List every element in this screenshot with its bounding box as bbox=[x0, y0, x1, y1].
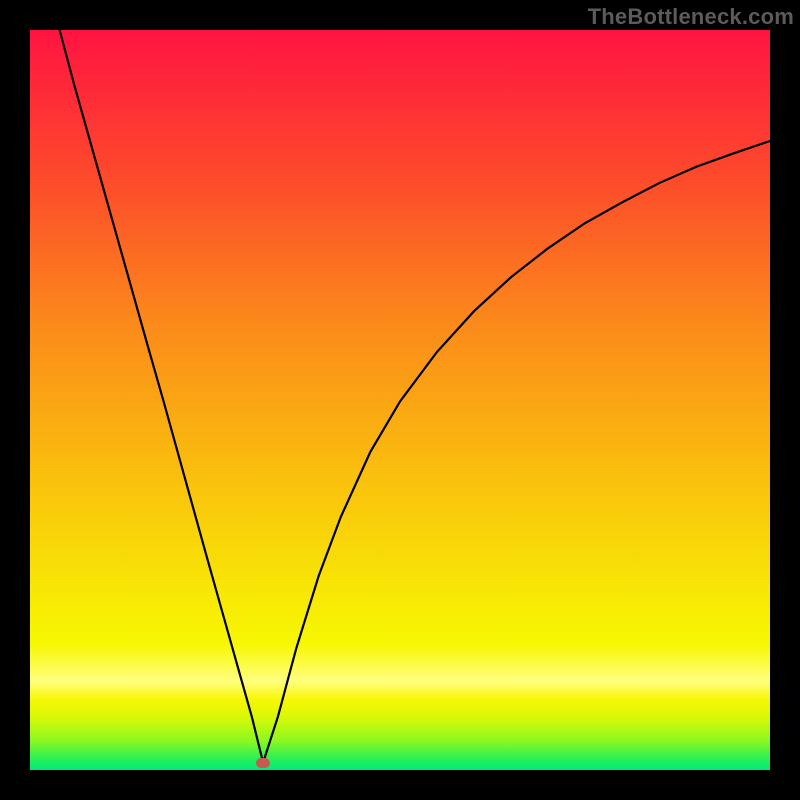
plot-area bbox=[30, 30, 770, 770]
bottleneck-curve bbox=[60, 30, 770, 763]
chart-frame: TheBottleneck.com bbox=[0, 0, 800, 800]
watermark-text: TheBottleneck.com bbox=[588, 4, 794, 30]
curve-layer bbox=[30, 30, 770, 770]
minimum-marker bbox=[256, 758, 270, 768]
